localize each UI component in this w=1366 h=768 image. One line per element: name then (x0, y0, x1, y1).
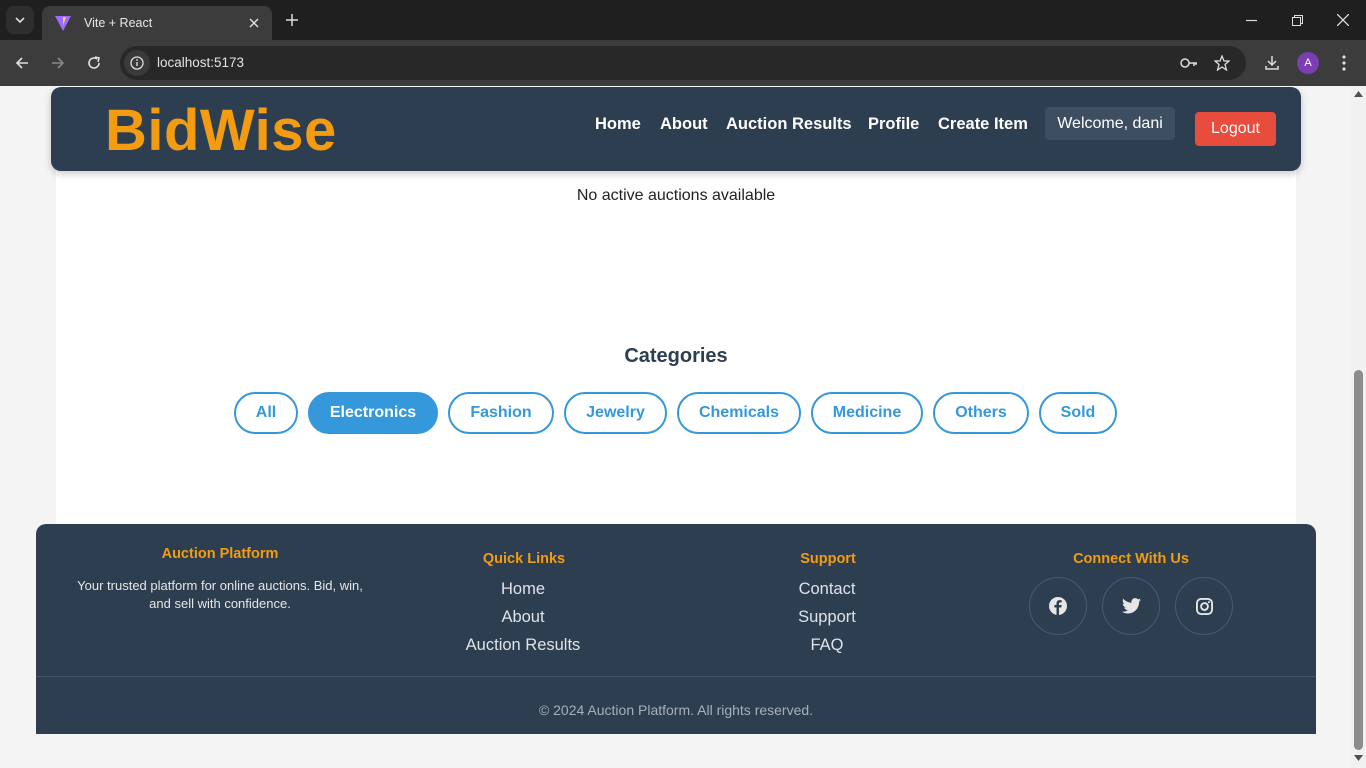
arrow-right-icon (52, 57, 65, 69)
facebook-icon (1049, 597, 1067, 615)
plus-icon (286, 14, 298, 26)
download-icon[interactable] (1260, 51, 1284, 75)
category-chemicals-button[interactable]: Chemicals (677, 392, 801, 434)
nav-create-item[interactable]: Create Item (938, 115, 1028, 134)
browser-tab[interactable]: Vite + React (42, 6, 272, 40)
facebook-link[interactable] (1029, 577, 1087, 635)
star-icon[interactable] (1212, 53, 1232, 73)
url-text: localhost:5173 (157, 55, 245, 70)
reload-icon (88, 56, 100, 69)
footer-link-about[interactable]: About (423, 608, 623, 627)
welcome-badge: Welcome, dani (1045, 107, 1175, 140)
footer-link-home[interactable]: Home (423, 580, 623, 599)
arrow-left-icon (15, 57, 28, 69)
category-medicine-button[interactable]: Medicine (811, 392, 923, 434)
browser-tabbar: Vite + React (0, 0, 1366, 40)
nav-auction-results[interactable]: Auction Results (726, 115, 852, 134)
site-header: BidWise Home About Auction Results Profi… (51, 87, 1301, 171)
reload-button[interactable] (80, 49, 108, 77)
back-button[interactable] (8, 49, 36, 77)
instagram-link[interactable] (1175, 577, 1233, 635)
new-tab-button[interactable] (280, 8, 304, 32)
footer-divider (36, 676, 1316, 677)
page-scrollbar[interactable] (1351, 86, 1366, 768)
vite-favicon-icon (55, 16, 71, 31)
twitter-link[interactable] (1102, 577, 1160, 635)
close-window-button[interactable] (1320, 0, 1366, 40)
minimize-button[interactable] (1228, 0, 1274, 40)
forward-button[interactable] (44, 49, 72, 77)
address-bar[interactable]: localhost:5173 (120, 46, 1246, 80)
category-sold-button[interactable]: Sold (1039, 392, 1117, 434)
footer-link-auction-results[interactable]: Auction Results (423, 636, 623, 655)
footer-link-support[interactable]: Support (727, 608, 927, 627)
category-others-button[interactable]: Others (933, 392, 1029, 434)
browser-toolbar: localhost:5173 A (0, 40, 1366, 86)
twitter-icon (1121, 598, 1141, 614)
chevron-down-icon (15, 17, 25, 24)
footer-copyright: © 2024 Auction Platform. All rights rese… (538, 702, 814, 718)
nav-about[interactable]: About (660, 115, 708, 134)
nav-profile[interactable]: Profile (868, 115, 919, 134)
site-info-icon[interactable] (124, 50, 150, 76)
category-fashion-button[interactable]: Fashion (448, 392, 554, 434)
site-footer: Auction Platform Your trusted platform f… (36, 524, 1316, 734)
scroll-thumb[interactable] (1354, 370, 1363, 750)
footer-about-text: Your trusted platform for online auction… (77, 578, 363, 611)
instagram-icon (1195, 597, 1213, 615)
footer-quick-links-title: Quick Links (482, 551, 566, 567)
categories-heading: Categories (624, 345, 728, 367)
logout-button[interactable]: Logout (1195, 112, 1276, 146)
site-logo[interactable]: BidWise (105, 97, 337, 164)
restore-button[interactable] (1274, 0, 1320, 40)
category-electronics-button[interactable]: Electronics (308, 392, 438, 434)
scroll-down-arrow-icon[interactable] (1354, 754, 1363, 762)
profile-avatar[interactable]: A (1297, 52, 1319, 74)
close-tab-icon[interactable] (246, 15, 262, 31)
page-viewport: BidWise Home About Auction Results Profi… (0, 86, 1351, 768)
footer-support-title: Support (800, 551, 856, 567)
nav-home[interactable]: Home (595, 115, 641, 134)
scroll-up-arrow-icon[interactable] (1354, 90, 1363, 98)
category-jewelry-button[interactable]: Jewelry (564, 392, 667, 434)
footer-link-faq[interactable]: FAQ (727, 636, 927, 655)
footer-about-title: Auction Platform (161, 546, 279, 562)
tab-search-button[interactable] (6, 6, 34, 34)
menu-dots-icon[interactable] (1332, 51, 1356, 75)
footer-link-contact[interactable]: Contact (727, 580, 927, 599)
key-icon[interactable] (1179, 53, 1199, 73)
empty-auctions-message: No active auctions available (576, 187, 776, 204)
category-all-button[interactable]: All (234, 392, 298, 434)
footer-connect-title: Connect With Us (1073, 551, 1189, 567)
tab-title: Vite + React (84, 16, 153, 30)
